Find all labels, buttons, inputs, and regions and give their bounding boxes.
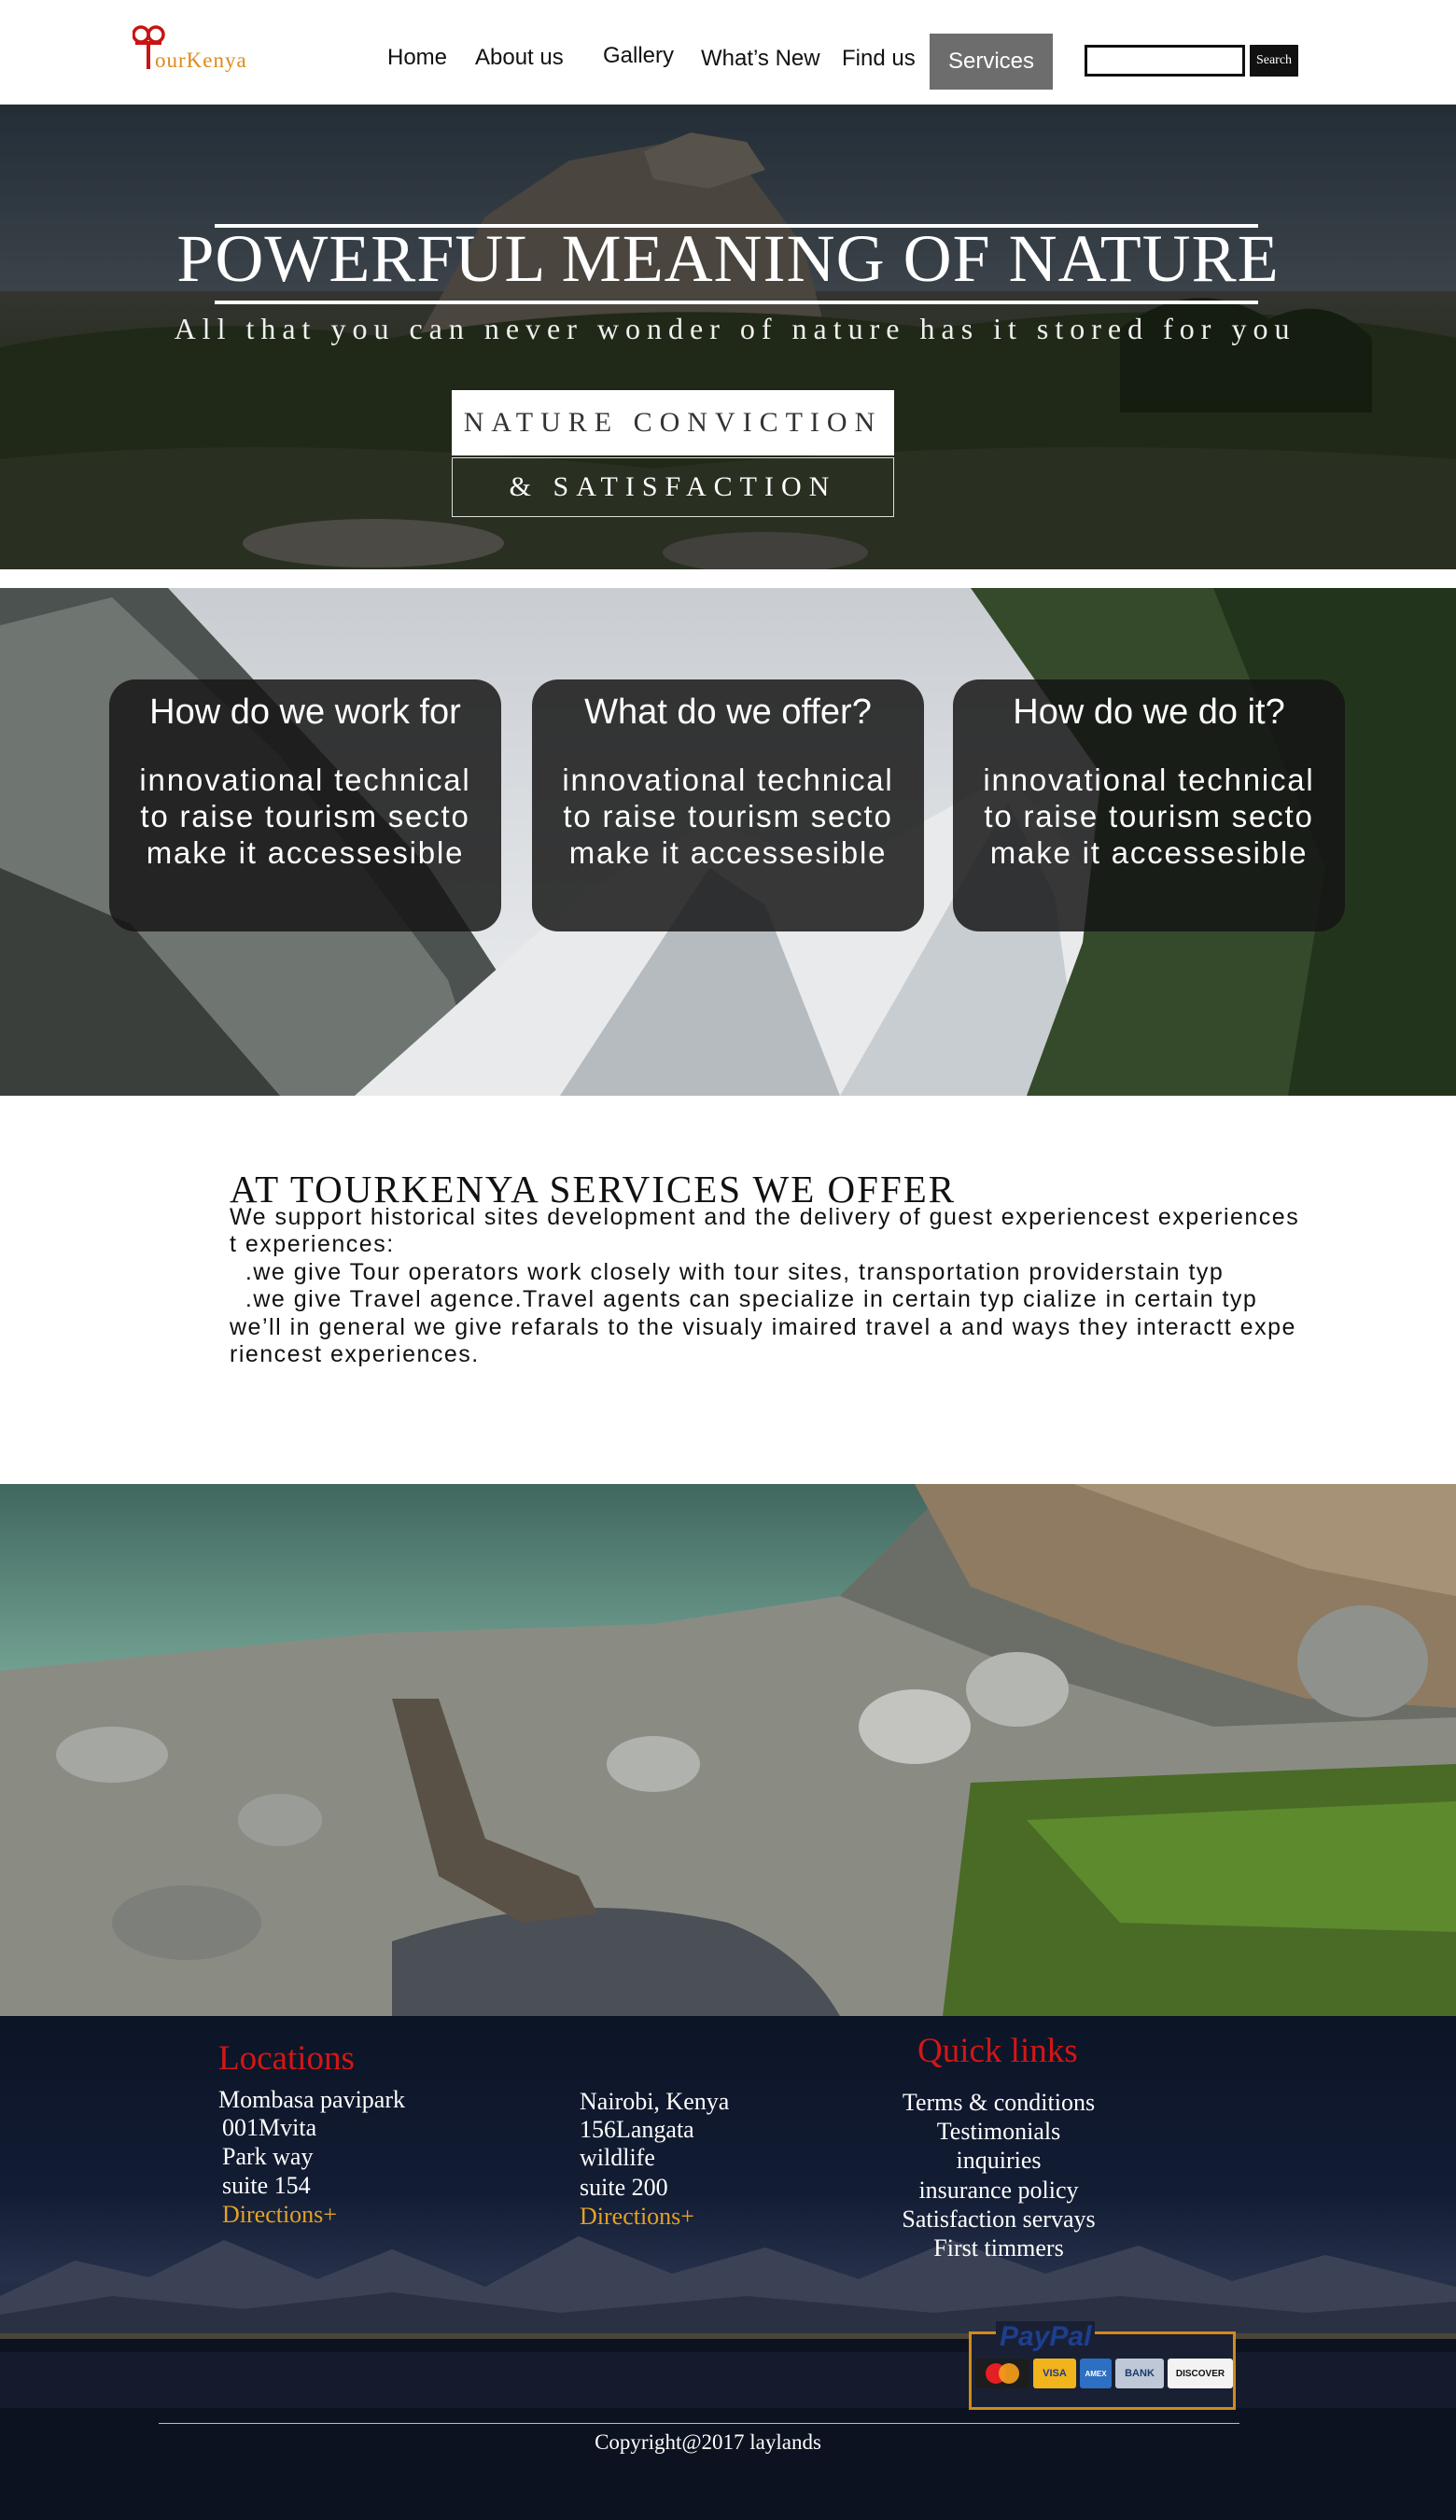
location-2-line: Nairobi, Kenya xyxy=(580,2088,730,2115)
search-button[interactable]: Search xyxy=(1250,45,1298,77)
nav-find-us[interactable]: Find us xyxy=(842,46,916,72)
location-1-line: Park way xyxy=(222,2143,314,2170)
visa-icon: VISA xyxy=(1033,2359,1076,2388)
card-what-we-offer: What do we offer? innovational technical… xyxy=(532,679,924,931)
card-title: What do we offer? xyxy=(584,693,872,732)
discover-icon: DISCOVER xyxy=(1168,2359,1233,2388)
card-body: innovational technical to raise tourism … xyxy=(562,763,894,870)
locations-heading: Locations xyxy=(218,2039,355,2078)
quick-link-terms[interactable]: Terms & conditions xyxy=(840,2089,1157,2117)
copyright-text: Copyright@2017 laylands xyxy=(595,2430,821,2454)
quick-link-inquiries[interactable]: inquiries xyxy=(840,2147,1157,2175)
nav-whats-new[interactable]: What’s New xyxy=(701,46,820,72)
quick-links-heading: Quick links xyxy=(917,2032,1078,2070)
paypal-badge[interactable]: PayPal VISA AMEX BANK DISCOVER xyxy=(969,2321,1236,2410)
page: ourKenya Home About us Gallery What’s Ne… xyxy=(0,0,1456,2520)
card-body: innovational technical to raise tourism … xyxy=(139,763,471,870)
paypal-logo: PayPal xyxy=(996,2321,1096,2353)
hero-title: POWERFUL MEANING OF NATURE xyxy=(176,221,1280,296)
amex-icon: AMEX xyxy=(1080,2359,1112,2388)
card-title: How do we work for xyxy=(149,693,461,732)
location-2-line: wildlife xyxy=(580,2144,655,2171)
hero-subtitle: All that you can never wonder of nature … xyxy=(174,312,1296,345)
quick-link-satisfaction-surveys[interactable]: Satisfaction servays xyxy=(840,2205,1157,2233)
site-logo[interactable]: ourKenya xyxy=(133,22,273,78)
satisfaction-button[interactable]: & SATISFACTION xyxy=(452,457,894,517)
nav-about-us[interactable]: About us xyxy=(475,45,564,71)
mastercard-logo-icon xyxy=(986,2363,1019,2384)
location-1-line: suite 154 xyxy=(222,2172,311,2199)
footer-divider xyxy=(159,2423,1239,2424)
quick-link-first-timers[interactable]: First timmers xyxy=(840,2234,1157,2262)
site-header: ourKenya Home About us Gallery What’s Ne… xyxy=(0,0,1456,105)
lake-section xyxy=(0,1484,1456,2016)
card-how-we-work: How do we work for innovational technica… xyxy=(109,679,501,931)
nav-gallery[interactable]: Gallery xyxy=(603,43,674,69)
nav-services[interactable]: Services xyxy=(930,34,1053,90)
nav-home[interactable]: Home xyxy=(387,45,447,71)
hero-bottom-rule xyxy=(215,301,1258,304)
location-1-line: Mombasa pavipark xyxy=(218,2086,406,2113)
location-1-directions-link[interactable]: Directions+ xyxy=(222,2201,337,2229)
mastercard-icon xyxy=(975,2359,1029,2388)
logo-text: ourKenya xyxy=(155,49,247,72)
bank-icon: BANK xyxy=(1115,2359,1164,2388)
search-input[interactable] xyxy=(1085,45,1245,77)
nature-conviction-button[interactable]: NATURE CONVICTION xyxy=(452,390,894,455)
services-text: We support historical sites development … xyxy=(230,1204,1300,1368)
quick-link-insurance-policy[interactable]: insurance policy xyxy=(840,2177,1157,2205)
location-1-line: 001Mvita xyxy=(222,2114,317,2141)
card-body: innovational technical to raise tourism … xyxy=(983,763,1315,870)
quick-link-testimonials[interactable]: Testimonials xyxy=(840,2118,1157,2146)
location-2-line: suite 200 xyxy=(580,2174,668,2201)
card-title: How do we do it? xyxy=(1013,693,1285,732)
lake-background-image xyxy=(0,1484,1456,2016)
location-2-line: 156Langata xyxy=(580,2116,694,2143)
card-how-we-do-it: How do we do it? innovational technical … xyxy=(953,679,1345,931)
location-2-directions-link[interactable]: Directions+ xyxy=(580,2203,694,2231)
